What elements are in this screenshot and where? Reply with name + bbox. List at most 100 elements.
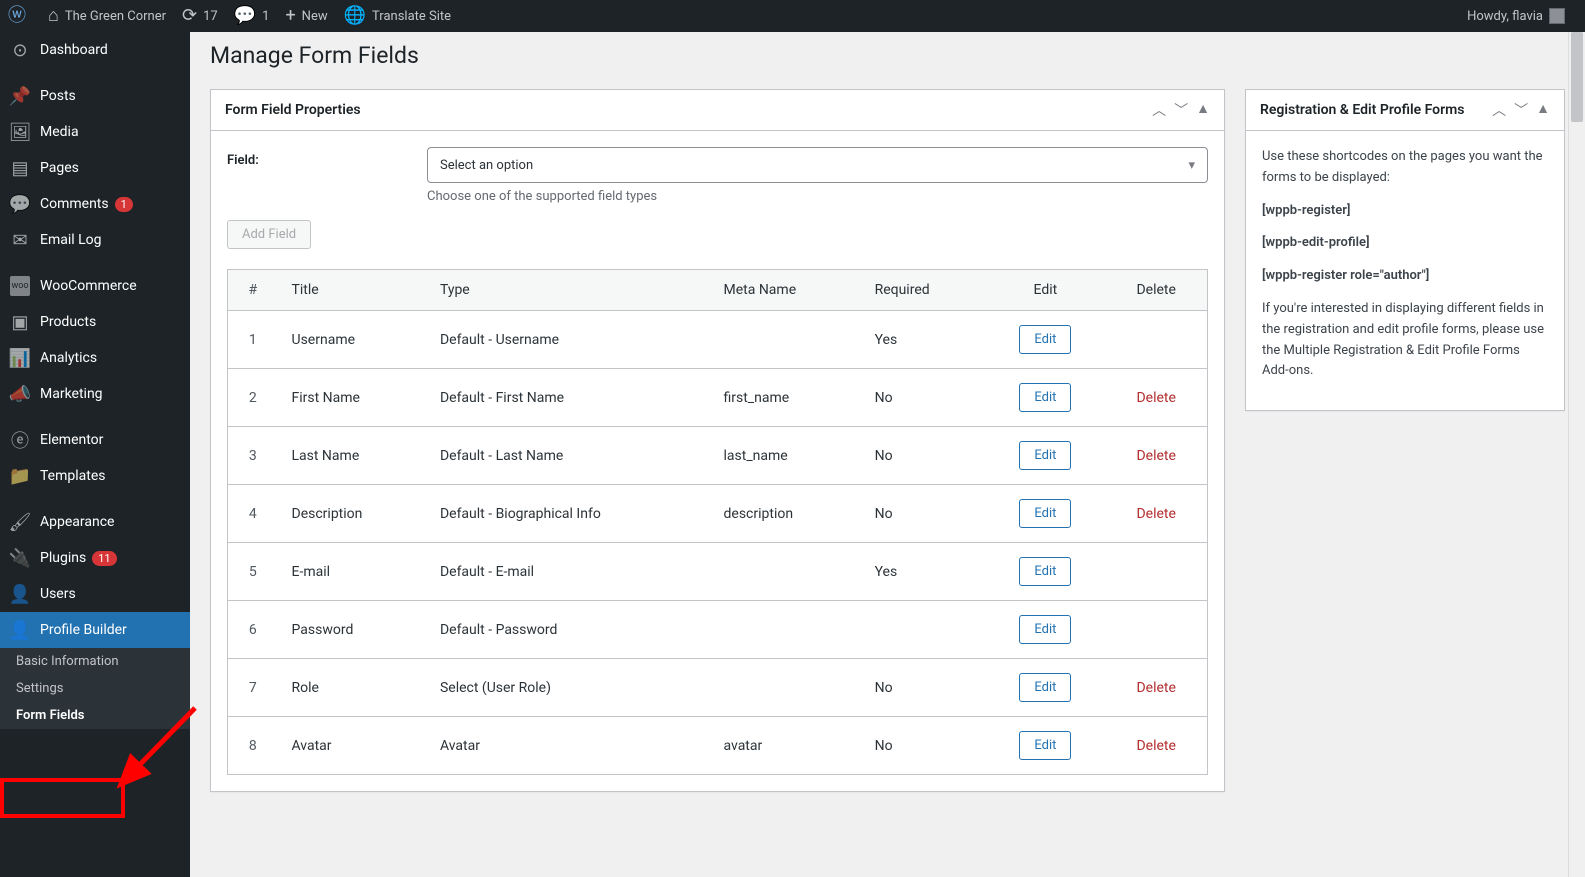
admin-sidebar: ⊙Dashboard 📌Posts 🖼Media ▤Pages 💬Comment… — [0, 32, 190, 877]
row-type: Default - Last Name — [426, 427, 710, 485]
table-row: 1UsernameDefault - UsernameYesEdit — [228, 311, 1208, 369]
row-type: Default - Username — [426, 311, 710, 369]
col-title: Title — [278, 270, 426, 311]
menu-woocommerce[interactable]: wooWooCommerce — [0, 268, 190, 304]
shortcodes-intro: Use these shortcodes on the pages you wa… — [1262, 147, 1548, 189]
main-content: Manage Form Fields Form Field Properties… — [190, 32, 1585, 877]
shortcodes-heading: Registration & Edit Profile Forms — [1260, 102, 1464, 118]
howdy-text: Howdy, flavia — [1467, 9, 1543, 24]
updates-link[interactable]: ⟳17 — [174, 0, 226, 32]
submenu-basic-info[interactable]: Basic Information — [0, 648, 190, 675]
submenu-form-fields[interactable]: Form Fields — [0, 702, 190, 729]
row-required: No — [861, 369, 986, 427]
edit-button[interactable]: Edit — [1019, 673, 1071, 702]
edit-button[interactable]: Edit — [1019, 441, 1071, 470]
col-edit: Edit — [985, 270, 1105, 311]
window-scrollbar[interactable]: ▴ — [1568, 0, 1585, 877]
menu-comments[interactable]: 💬Comments1 — [0, 186, 190, 222]
new-label: New — [302, 9, 328, 24]
row-meta: first_name — [710, 369, 861, 427]
edit-button[interactable]: Edit — [1019, 325, 1071, 354]
row-number: 1 — [228, 311, 278, 369]
row-required: No — [861, 427, 986, 485]
row-type: Select (User Role) — [426, 659, 710, 717]
edit-button[interactable]: Edit — [1019, 499, 1071, 528]
menu-profile-builder[interactable]: 👤Profile Builder — [0, 612, 190, 648]
edit-button[interactable]: Edit — [1019, 731, 1071, 760]
row-title: E-mail — [278, 543, 426, 601]
menu-appearance[interactable]: 🖌Appearance — [0, 504, 190, 540]
field-type-select[interactable]: Select an option ▾ — [427, 147, 1208, 183]
row-title: Role — [278, 659, 426, 717]
add-field-button[interactable]: Add Field — [227, 220, 311, 249]
user-avatar-icon — [1549, 8, 1565, 24]
row-type: Default - Biographical Info — [426, 485, 710, 543]
site-title: The Green Corner — [65, 9, 166, 24]
comments-badge: 1 — [115, 197, 133, 212]
shortcode-register-role: [wppb-register role="author"] — [1262, 268, 1429, 283]
row-number: 7 — [228, 659, 278, 717]
wp-logo[interactable]: ⓦ — [0, 0, 40, 32]
submenu-settings[interactable]: Settings — [0, 675, 190, 702]
edit-button[interactable]: Edit — [1019, 557, 1071, 586]
menu-media[interactable]: 🖼Media — [0, 114, 190, 150]
menu-email-log[interactable]: ✉Email Log — [0, 222, 190, 258]
menu-posts[interactable]: 📌Posts — [0, 78, 190, 114]
toggle-panel-button[interactable]: ▲ — [1196, 100, 1210, 120]
row-title: Username — [278, 311, 426, 369]
toggle-panel-button[interactable]: ▲ — [1536, 100, 1550, 120]
col-meta: Meta Name — [710, 270, 861, 311]
move-up-button[interactable]: ︿ — [1152, 100, 1166, 120]
profile-builder-submenu: Basic Information Settings Form Fields — [0, 648, 190, 729]
delete-link[interactable]: Delete — [1136, 506, 1175, 522]
users-icon: 👤 — [10, 584, 30, 604]
new-content-link[interactable]: +New — [277, 0, 335, 32]
shortcodes-footer: If you're interested in displaying diffe… — [1262, 299, 1548, 382]
row-meta — [710, 601, 861, 659]
delete-link[interactable]: Delete — [1136, 390, 1175, 406]
page-icon: ▤ — [10, 158, 30, 178]
move-down-button[interactable]: ﹀ — [1514, 100, 1528, 120]
site-link[interactable]: ⌂The Green Corner — [40, 0, 174, 32]
row-type: Default - E-mail — [426, 543, 710, 601]
comments-link[interactable]: 💬1 — [226, 0, 278, 32]
menu-elementor[interactable]: ⓔElementor — [0, 422, 190, 458]
delete-link[interactable]: Delete — [1136, 680, 1175, 696]
move-down-button[interactable]: ﹀ — [1174, 100, 1188, 120]
delete-link[interactable]: Delete — [1136, 738, 1175, 754]
menu-users[interactable]: 👤Users — [0, 576, 190, 612]
chart-icon: 📊 — [10, 348, 30, 368]
menu-templates[interactable]: 📁Templates — [0, 458, 190, 494]
translate-link[interactable]: 🌐Translate Site — [336, 0, 459, 32]
scrollbar-thumb[interactable] — [1571, 32, 1583, 122]
menu-dashboard[interactable]: ⊙Dashboard — [0, 32, 190, 68]
plugins-badge: 11 — [92, 551, 116, 566]
menu-analytics[interactable]: 📊Analytics — [0, 340, 190, 376]
plug-icon: 🔌 — [10, 548, 30, 568]
row-meta: last_name — [710, 427, 861, 485]
move-up-button[interactable]: ︿ — [1492, 100, 1506, 120]
row-number: 5 — [228, 543, 278, 601]
edit-button[interactable]: Edit — [1019, 615, 1071, 644]
mail-icon: ✉ — [10, 230, 30, 250]
row-required: No — [861, 659, 986, 717]
fields-table: # Title Type Meta Name Required Edit Del… — [227, 269, 1208, 775]
row-title: First Name — [278, 369, 426, 427]
megaphone-icon: 📣 — [10, 384, 30, 404]
wordpress-icon: ⓦ — [8, 7, 26, 25]
archive-icon: ▣ — [10, 312, 30, 332]
menu-pages[interactable]: ▤Pages — [0, 150, 190, 186]
delete-link[interactable]: Delete — [1136, 448, 1175, 464]
user-circle-icon: 👤 — [10, 620, 30, 640]
col-required: Required — [861, 270, 986, 311]
edit-button[interactable]: Edit — [1019, 383, 1071, 412]
pin-icon: 📌 — [10, 86, 30, 106]
row-meta — [710, 311, 861, 369]
menu-products[interactable]: ▣Products — [0, 304, 190, 340]
table-row: 6PasswordDefault - PasswordEdit — [228, 601, 1208, 659]
field-label: Field: — [227, 147, 427, 168]
menu-plugins[interactable]: 🔌Plugins11 — [0, 540, 190, 576]
menu-marketing[interactable]: 📣Marketing — [0, 376, 190, 412]
row-title: Avatar — [278, 717, 426, 775]
account-link[interactable]: Howdy, flavia — [1459, 0, 1573, 32]
